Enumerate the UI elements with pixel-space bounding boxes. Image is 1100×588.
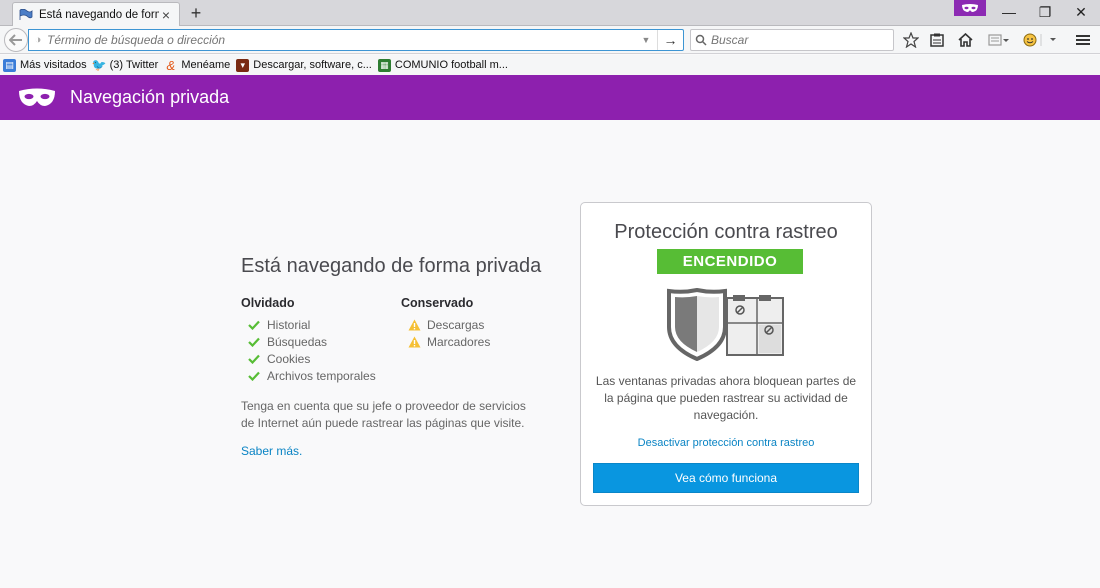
private-browsing-mask-icon: [954, 0, 986, 16]
bookmark-label: Descargar, software, c...: [253, 59, 372, 71]
bookmarks-menu-icon[interactable]: [926, 30, 948, 50]
check-icon: [248, 371, 262, 381]
list-item: Cookies: [241, 350, 401, 367]
back-button[interactable]: [4, 28, 28, 52]
list-item: Historial: [241, 316, 401, 333]
identity-icon[interactable]: ◑: [29, 34, 47, 46]
kept-heading: Conservado: [401, 296, 474, 310]
list-item-label: Descargas: [427, 317, 485, 332]
bookmark-twitter[interactable]: 🐦 (3) Twitter: [91, 58, 159, 72]
bookmark-label: (3) Twitter: [109, 59, 159, 71]
privacy-note: Tenga en cuenta que su jefe o proveedor …: [241, 399, 526, 430]
private-tab-icon: [19, 8, 33, 20]
forgotten-column: Olvidado Historial Búsquedas Cookies Arc…: [241, 296, 401, 384]
list-item: Búsquedas: [241, 333, 401, 350]
check-icon: [248, 337, 262, 347]
pocket-menu-icon[interactable]: [986, 30, 1012, 50]
private-mask-icon: [19, 88, 55, 106]
search-input[interactable]: [711, 33, 893, 47]
new-tab-button[interactable]: +: [186, 3, 206, 23]
list-item-label: Historial: [267, 317, 311, 332]
warning-icon: [408, 319, 422, 331]
navigation-bar: ◑ ▼ →: [0, 26, 1100, 54]
tab-bar: Está navegando de forma ... × + — ❐ ✕: [0, 0, 1100, 26]
search-bar[interactable]: [690, 29, 894, 51]
check-icon: [248, 354, 262, 364]
list-item: Marcadores: [401, 333, 561, 350]
addon-smiley-icon[interactable]: [1020, 30, 1060, 50]
bookmark-label: Menéame: [181, 59, 231, 71]
twitter-icon: 🐦: [91, 58, 107, 72]
close-window-button[interactable]: ✕: [1064, 0, 1098, 24]
bookmark-label: COMUNIO football m...: [394, 59, 508, 71]
tracking-description: Las ventanas privadas ahora bloquean par…: [595, 374, 857, 422]
learn-more-link[interactable]: Saber más.: [241, 444, 561, 458]
list-item: Descargas: [401, 316, 561, 333]
bookmarks-toolbar: ▤ Más visitados 🐦 (3) Twitter & Menéame …: [0, 55, 1100, 75]
hamburger-menu-icon[interactable]: [1072, 30, 1094, 50]
go-button[interactable]: →: [657, 30, 683, 50]
private-info-section: Está navegando de forma privada Olvidado…: [241, 255, 561, 458]
list-item: Archivos temporales: [241, 367, 401, 384]
forgotten-heading: Olvidado: [241, 296, 295, 310]
bookmark-star-icon[interactable]: [900, 30, 922, 50]
bookmark-softonic[interactable]: ▾ Descargar, software, c...: [236, 58, 372, 72]
tracking-title: Protección contra rastreo: [614, 221, 838, 243]
search-icon: [695, 34, 707, 46]
url-input[interactable]: [47, 33, 635, 47]
tab-private[interactable]: Está navegando de forma ... ×: [12, 2, 180, 26]
warning-icon: [408, 336, 422, 348]
tab-title: Está navegando de forma ...: [39, 8, 159, 21]
list-item-label: Cookies: [267, 351, 311, 366]
check-icon: [248, 320, 262, 330]
restore-button[interactable]: ❐: [1028, 0, 1062, 24]
history-dropdown-icon[interactable]: ▼: [635, 30, 657, 50]
home-icon[interactable]: [954, 30, 976, 50]
minimize-button[interactable]: —: [992, 0, 1026, 24]
most-visited-icon: ▤: [3, 58, 16, 72]
tracking-protection-card: Protección contra rastreo ENCENDIDO Las …: [580, 202, 872, 506]
tracking-shield-illustration: [667, 287, 784, 361]
url-bar[interactable]: ◑ ▼ →: [28, 29, 684, 51]
header-title: Navegación privada: [70, 87, 230, 107]
how-it-works-button[interactable]: Vea cómo funciona: [593, 463, 859, 493]
list-item-label: Marcadores: [427, 334, 491, 349]
list-item-label: Archivos temporales: [267, 368, 376, 383]
bookmark-meneame[interactable]: & Menéame: [164, 57, 231, 73]
bookmark-most-visited[interactable]: ▤ Más visitados: [3, 58, 87, 72]
list-item-label: Búsquedas: [267, 334, 328, 349]
comunio-icon: ▦: [377, 58, 391, 72]
bookmark-label: Más visitados: [20, 59, 87, 71]
status-badge: ENCENDIDO: [657, 249, 803, 274]
bookmark-comunio[interactable]: ▦ COMUNIO football m...: [377, 58, 508, 72]
tab-close-icon[interactable]: ×: [159, 8, 173, 22]
disable-tracking-link[interactable]: Desactivar protección contra rastreo: [581, 437, 871, 449]
kept-column: Conservado Descargas Marcadores: [401, 296, 561, 384]
page-title: Está navegando de forma privada: [241, 255, 542, 277]
back-arrow-icon: [9, 34, 22, 46]
softonic-icon: ▾: [236, 58, 250, 72]
meneame-icon: &: [166, 57, 176, 73]
private-browsing-header: Navegación privada: [0, 75, 1100, 120]
